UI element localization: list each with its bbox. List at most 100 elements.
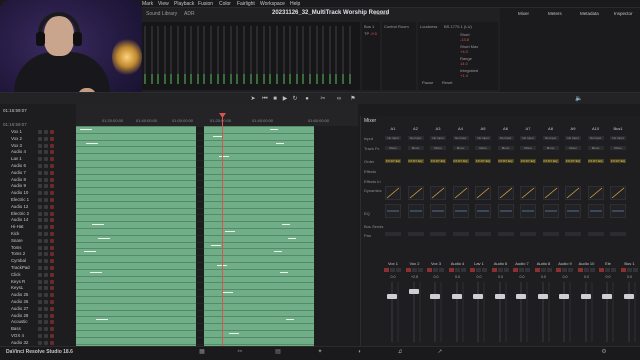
track-record-arm-button[interactable] (50, 204, 54, 209)
media-page-icon[interactable]: ▦ (198, 349, 206, 356)
fader-record-button[interactable] (599, 268, 604, 272)
track-header-row[interactable]: Cymbal (0, 258, 76, 264)
channel-input-select[interactable]: No Input (610, 136, 626, 140)
fader-record-button[interactable] (513, 268, 518, 272)
channel-input-select[interactable]: No Input (407, 136, 424, 140)
channel-order-select[interactable]: FX DY EQ (520, 159, 536, 163)
track-solo-button[interactable] (38, 313, 42, 318)
channel-pan-control[interactable] (452, 232, 469, 236)
track-header-row[interactable]: KeysL (0, 285, 76, 291)
track-header-row[interactable]: Audio 6 (0, 163, 76, 169)
track-solo-button[interactable] (38, 334, 42, 338)
track-solo-button[interactable] (38, 232, 42, 236)
track-mute-button[interactable] (44, 266, 48, 270)
track-solo-button[interactable] (38, 184, 42, 189)
fader-solo-button[interactable] (626, 268, 632, 272)
track-solo-button[interactable] (38, 198, 42, 202)
fader-handle[interactable] (516, 294, 526, 299)
channel-track-fx-select[interactable]: Mono (475, 146, 491, 150)
channel-order-select[interactable]: FX DY EQ (407, 159, 424, 163)
fader-handle[interactable] (387, 294, 397, 299)
track-record-arm-button[interactable] (50, 320, 54, 325)
fader-track[interactable] (563, 282, 565, 342)
track-record-arm-button[interactable] (50, 252, 54, 257)
track-record-arm-button[interactable] (50, 198, 54, 202)
fader-mute-button[interactable] (482, 268, 487, 272)
fader-solo-button[interactable] (497, 268, 503, 272)
track-solo-button[interactable] (38, 191, 42, 196)
track-header-row[interactable]: Toms (0, 245, 76, 251)
fader-track[interactable] (584, 282, 587, 342)
channel-input-select[interactable]: No Input (520, 136, 536, 140)
menu-item-color[interactable]: Color (219, 1, 231, 7)
track-solo-button[interactable] (38, 164, 42, 168)
track-header-row[interactable]: Snare (0, 238, 76, 244)
fader-solo-button[interactable] (390, 268, 395, 272)
track-mute-button[interactable] (44, 306, 48, 311)
track-record-arm-button[interactable] (50, 170, 54, 175)
fader-mute-button[interactable] (611, 268, 616, 272)
track-header-row[interactable]: Audio 25 (0, 292, 76, 298)
channel-track-fx-select[interactable]: Mono (497, 146, 514, 150)
channel-pan-control[interactable] (542, 232, 559, 236)
track-mute-button[interactable] (44, 272, 48, 277)
channel-eq-graph[interactable] (430, 204, 446, 218)
fader-track[interactable] (434, 282, 436, 342)
channel-input-select[interactable]: No Input (587, 136, 604, 140)
track-header-row[interactable]: Acoustic (0, 319, 76, 325)
track-solo-button[interactable] (38, 238, 42, 243)
tab-mixer[interactable]: Mixer (518, 11, 529, 16)
fader-mute-button[interactable] (632, 268, 638, 272)
channel-track-fx-select[interactable]: Mono (610, 146, 626, 150)
color-page-icon[interactable]: ◐ (356, 349, 364, 356)
channel-dynamics-graph[interactable] (520, 186, 536, 200)
loop-icon[interactable]: ↻ (292, 96, 298, 102)
track-mute-button[interactable] (44, 259, 48, 264)
tab-meters[interactable]: Meters (548, 11, 562, 16)
track-record-arm-button[interactable] (50, 218, 54, 223)
channel-dynamics-graph[interactable] (497, 186, 514, 200)
track-record-arm-button[interactable] (50, 327, 54, 332)
track-header-row[interactable]: VOX 4 (0, 333, 76, 339)
fader-mute-button[interactable] (396, 268, 401, 272)
channel-order-select[interactable]: FX DY EQ (497, 159, 514, 163)
fader-handle[interactable] (473, 294, 483, 299)
track-record-arm-button[interactable] (50, 232, 54, 236)
channel-input-select[interactable]: No Input (542, 136, 559, 140)
track-mute-button[interactable] (44, 177, 48, 182)
fader-mute-button[interactable] (439, 268, 444, 272)
channel-track-fx-select[interactable]: Mono (587, 146, 604, 150)
fader-track[interactable] (391, 282, 393, 342)
track-header-row[interactable]: Keys R (0, 279, 76, 285)
audio-clip-block[interactable] (204, 126, 314, 346)
track-header-row[interactable]: Toms 2 (0, 251, 76, 257)
fader-handle[interactable] (623, 294, 634, 299)
fader-mute-button[interactable] (417, 268, 423, 272)
channel-track-fx-select[interactable]: Mono (565, 146, 581, 150)
channel-eq-graph[interactable] (385, 204, 401, 218)
track-solo-button[interactable] (38, 259, 42, 264)
track-mute-button[interactable] (44, 184, 48, 189)
track-solo-button[interactable] (38, 252, 42, 257)
fader-solo-button[interactable] (540, 268, 546, 272)
settings-gear-icon[interactable]: ⚙ (600, 349, 608, 356)
fader-record-button[interactable] (470, 268, 475, 272)
channel-order-select[interactable]: FX DY EQ (452, 159, 469, 163)
channel-pan-control[interactable] (520, 232, 536, 236)
audio-clip-block[interactable] (76, 126, 196, 346)
track-header-row[interactable]: Vox 2 (0, 136, 76, 142)
razor-icon[interactable]: ✂ (320, 96, 326, 102)
timeline-ruler[interactable]: 01:20:00:00 01:40:00:00 01:00:00:00 01:2… (76, 104, 358, 126)
track-mute-button[interactable] (44, 232, 48, 236)
track-solo-button[interactable] (38, 272, 42, 277)
record-icon[interactable]: ● (304, 96, 310, 102)
channel-input-select[interactable]: No Input (497, 136, 514, 140)
fader-record-button[interactable] (556, 268, 561, 272)
track-solo-button[interactable] (38, 211, 42, 216)
track-header-row[interactable]: Audio 10 (0, 190, 76, 196)
track-header-row[interactable]: Click (0, 272, 76, 278)
channel-order-select[interactable]: FX DY EQ (385, 159, 401, 163)
channel-eq-graph[interactable] (565, 204, 581, 218)
fader-track[interactable] (627, 282, 630, 342)
track-record-arm-button[interactable] (50, 191, 54, 196)
